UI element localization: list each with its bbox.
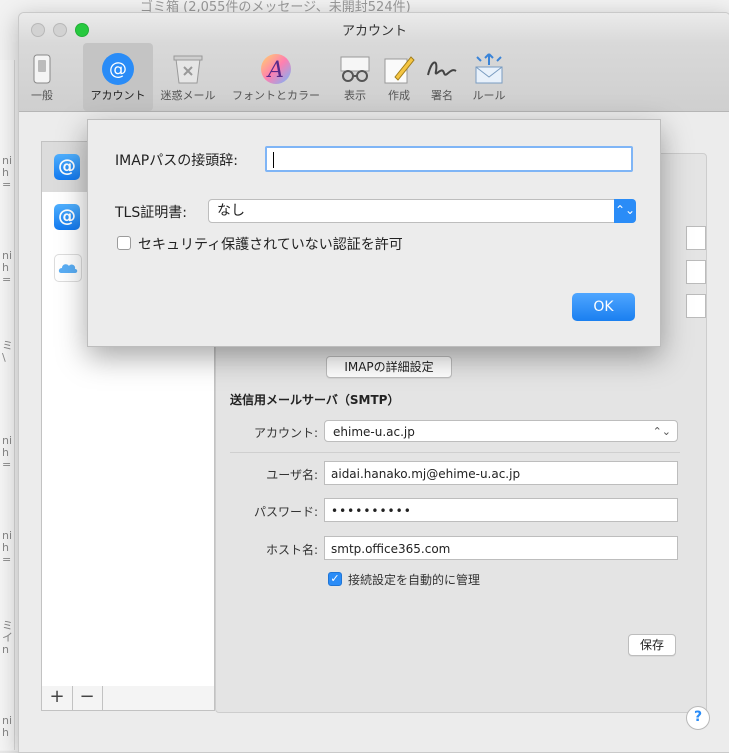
text-caret [273, 152, 274, 168]
at-sign-icon: @ [54, 154, 80, 180]
smtp-account-value: ehime-u.ac.jp [333, 425, 415, 439]
imap-prefix-label: IMAPパスの接頭辞: [115, 153, 238, 169]
toolbar-fonts-colors[interactable]: A フォントとカラー [223, 43, 329, 111]
toolbar-viewing-label: 表示 [344, 89, 366, 102]
smtp-account-label: アカウント: [253, 426, 318, 440]
password-label: パスワード: [253, 505, 318, 519]
tls-certificate-label: TLS証明書: [115, 205, 187, 221]
toolbar-accounts[interactable]: @ アカウント [83, 43, 153, 111]
tls-certificate-value: なし [217, 203, 245, 219]
hidden-field-edge [686, 294, 706, 318]
rules-envelope-icon [475, 53, 503, 84]
imap-advanced-settings-button[interactable]: IMAPの詳細設定 [326, 356, 452, 378]
auto-manage-label: 接続設定を自動的に管理 [348, 573, 481, 587]
trash-bin-icon [173, 55, 203, 84]
smtp-account-select[interactable]: ehime-u.ac.jp ⌃⌄ [324, 420, 678, 442]
help-button[interactable]: ? [686, 706, 710, 730]
preferences-toolbar: 一般 @ アカウント 迷惑メール A フォントとカラー 表示 作成 署名 ルール [19, 43, 729, 112]
pencil-icon [384, 56, 415, 84]
svg-text:A: A [266, 58, 284, 83]
smtp-section-title: 送信用メールサーバ（SMTP） [230, 393, 400, 407]
toolbar-rules-label: ルール [472, 89, 506, 102]
toolbar-junk[interactable]: 迷惑メール [155, 43, 221, 111]
signature-icon [427, 61, 457, 76]
toolbar-signatures-label: 署名 [431, 89, 453, 102]
font-color-icon: A [261, 54, 291, 84]
background-message-list-edge: ni h = ni h = ミ \ ni h = ni h = ミイn ni h [0, 60, 15, 750]
imap-prefix-field[interactable] [265, 146, 633, 172]
toolbar-general[interactable]: 一般 [25, 43, 59, 111]
auto-manage-checkbox[interactable]: ✓ [328, 572, 342, 586]
title-bar: アカウント [19, 13, 729, 43]
toolbar-rules[interactable]: ルール [465, 43, 513, 111]
allow-insecure-auth-label: セキュリティ保護されていない認証を許可 [138, 237, 403, 253]
separator [230, 452, 680, 453]
toolbar-composing-label: 作成 [388, 89, 410, 102]
hidden-field-edge [686, 260, 706, 284]
remove-account-button[interactable]: − [72, 686, 103, 710]
save-button[interactable]: 保存 [628, 634, 676, 656]
glasses-icon [340, 56, 370, 82]
toolbar-general-label: 一般 [31, 89, 53, 102]
svg-text:@: @ [109, 59, 127, 80]
at-sign-icon: @ [54, 204, 80, 230]
general-switch-icon [33, 54, 51, 84]
tls-certificate-select[interactable]: なし ⌃⌄ [208, 199, 636, 223]
username-field[interactable]: aidai.hanako.mj@ehime-u.ac.jp [324, 461, 678, 485]
host-label: ホスト名: [265, 543, 318, 557]
icloud-icon [54, 254, 82, 282]
toolbar-viewing[interactable]: 表示 [335, 43, 375, 111]
chevron-updown-icon: ⌃⌄ [614, 199, 636, 223]
allow-insecure-auth-checkbox[interactable] [117, 236, 131, 250]
add-account-button[interactable]: + [42, 686, 73, 710]
host-field[interactable]: smtp.office365.com [324, 536, 678, 560]
username-label: ユーザ名: [266, 468, 318, 482]
imap-settings-sheet: IMAPパスの接頭辞: TLS証明書: なし ⌃⌄ セキュリティ保護されていない… [87, 119, 661, 347]
toolbar-accounts-label: アカウント [90, 89, 146, 102]
password-field[interactable]: •••••••••• [324, 498, 678, 522]
window-title: アカウント [341, 24, 407, 39]
toolbar-junk-label: 迷惑メール [160, 89, 216, 102]
toolbar-fonts-colors-label: フォントとカラー [232, 89, 320, 102]
toolbar-composing[interactable]: 作成 [379, 43, 419, 111]
chevron-updown-icon: ⌃⌄ [652, 425, 671, 438]
ok-button[interactable]: OK [572, 293, 635, 321]
at-sign-icon: @ [102, 53, 134, 85]
hidden-field-edge [686, 226, 706, 250]
account-list-controls: + − [41, 686, 215, 711]
toolbar-signatures[interactable]: 署名 [421, 43, 463, 111]
